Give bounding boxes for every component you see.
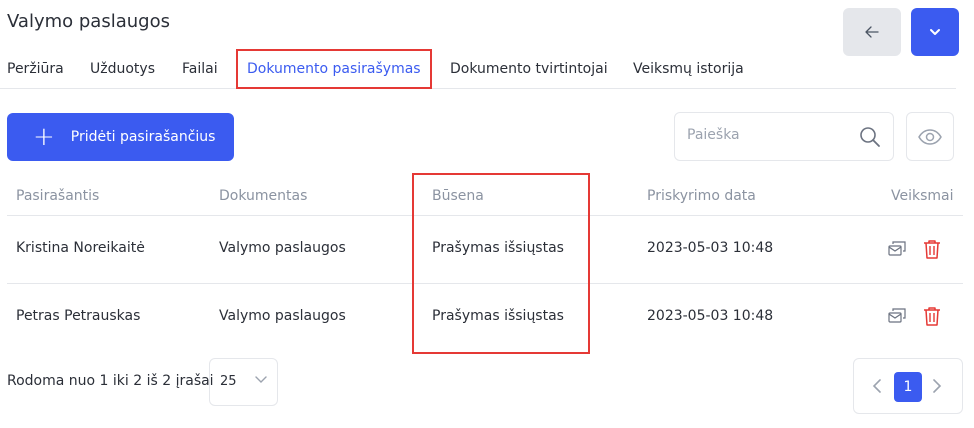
chevron-left-icon[interactable] [872,379,882,393]
cell-document: Valymo paslaugos [219,240,346,256]
column-header-assigned-date[interactable]: Priskyrimo data [647,188,756,204]
chevron-down-icon [930,29,940,35]
page-title: Valymo paslaugos [7,11,170,32]
tab-action-history[interactable]: Veiksmų istorija [633,49,744,89]
mail-forward-icon[interactable] [888,241,907,257]
search-input[interactable] [687,127,837,143]
eye-icon [918,128,942,145]
search-box [674,112,894,161]
cell-signer: Petras Petrauskas [16,308,141,324]
chevron-right-icon[interactable] [932,379,942,393]
status-column-highlight [412,173,590,354]
tab-files[interactable]: Failai [182,49,218,89]
cell-document: Valymo paslaugos [219,308,346,324]
tab-document-approvers[interactable]: Dokumento tvirtintojai [450,49,608,89]
tab-overview[interactable]: Peržiūra [7,49,64,89]
row-actions [888,234,958,264]
tab-bar: Peržiūra Užduotys Failai Dokumento pasir… [0,49,956,89]
per-page-select[interactable]: 25 [209,358,278,406]
cell-assigned-date: 2023-05-03 10:48 [647,240,774,256]
page-button-current[interactable]: 1 [894,372,922,402]
trash-icon[interactable] [923,306,941,326]
column-header-document[interactable]: Dokumentas [219,188,307,204]
row-actions [888,301,958,331]
toggle-view-button[interactable] [906,112,954,161]
add-signers-button[interactable]: + Pridėti pasirašančius [7,113,234,161]
plus-icon: + [33,122,55,152]
tab-tasks[interactable]: Užduotys [90,49,155,89]
arrow-left-icon [865,26,879,38]
pagination: 1 [853,358,963,414]
mail-forward-icon[interactable] [888,308,907,324]
tab-document-signing[interactable]: Dokumento pasirašymas [236,49,432,89]
column-header-signer[interactable]: Pasirašantis [16,188,99,204]
trash-icon[interactable] [923,239,941,259]
column-header-actions: Veiksmai [891,188,954,204]
per-page-value: 25 [220,374,237,389]
add-signers-label: Pridėti pasirašančius [70,129,216,145]
pagination-info: Rodoma nuo 1 iki 2 iš 2 įrašai [7,373,214,389]
cell-signer: Kristina Noreikaitė [16,240,145,256]
search-icon[interactable] [859,126,881,148]
chevron-down-icon [255,376,267,383]
cell-assigned-date: 2023-05-03 10:48 [647,308,774,324]
